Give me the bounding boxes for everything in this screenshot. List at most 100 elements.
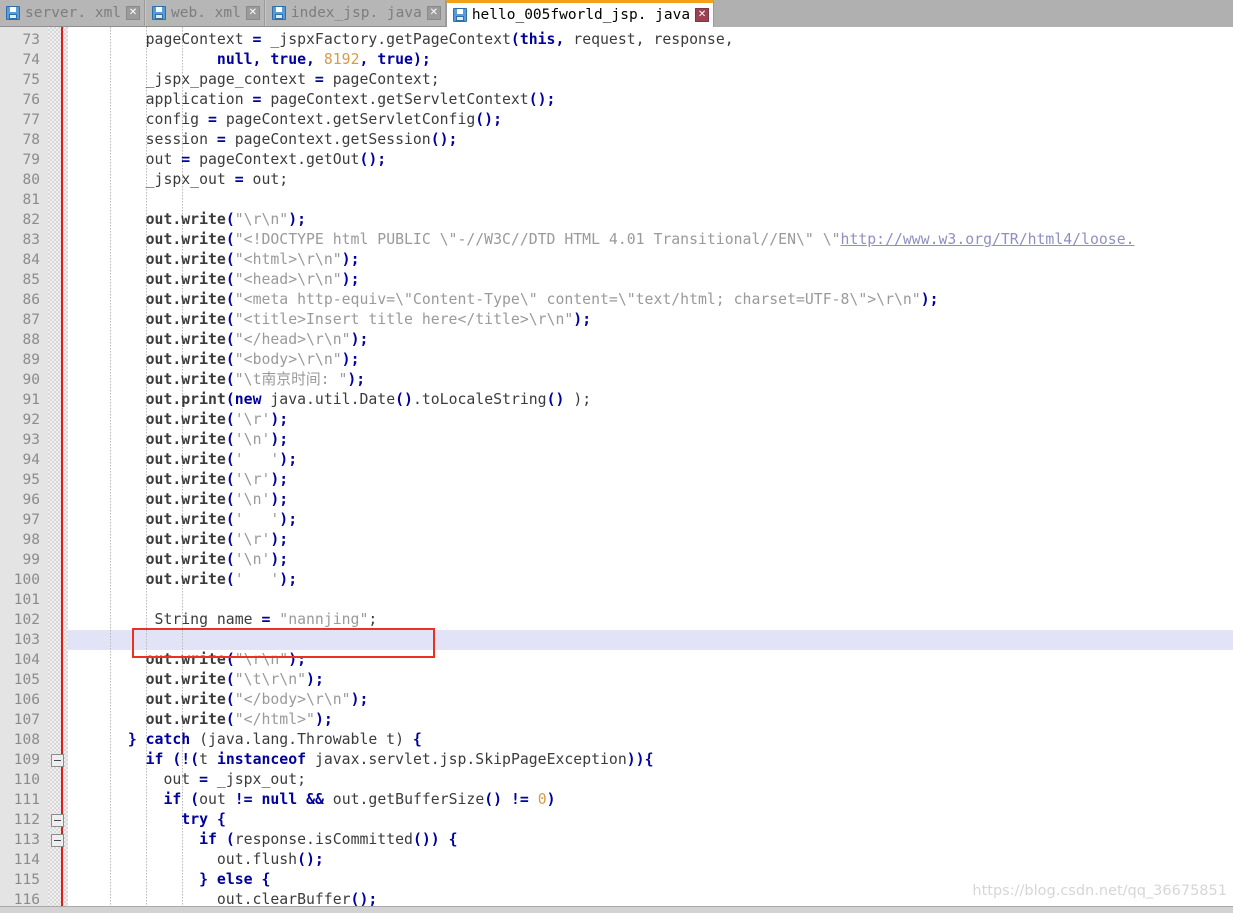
code-token-op: ( [225, 651, 235, 668]
code-token-op: ); [279, 511, 298, 528]
close-icon[interactable]: ✕ [695, 8, 710, 22]
code-line[interactable]: out.write("</body>\r\n"); [110, 690, 369, 710]
editor-tab-4[interactable]: hello_005fworld_jsp. java ✕ [445, 0, 715, 27]
code-token-op: = [252, 31, 271, 48]
code-line[interactable]: out.write("\r\n"); [110, 650, 306, 670]
code-line[interactable]: pageContext = _jspxFactory.getPageContex… [110, 30, 734, 50]
editor-tab-3[interactable]: index_jsp. java ✕ [264, 0, 446, 26]
line-number: 105 [13, 672, 40, 688]
code-line[interactable]: out.write("<meta http-equiv=\"Content-Ty… [110, 290, 939, 310]
line-number: 84 [22, 252, 40, 268]
code-token-plain: .toLocaleString [412, 391, 547, 408]
code-line[interactable]: out.write('\n'); [110, 490, 289, 510]
code-line[interactable]: out.write("<body>\r\n"); [110, 350, 360, 370]
code-line[interactable]: out.write('\r'); [110, 530, 289, 550]
close-icon[interactable]: ✕ [126, 6, 141, 20]
code-line[interactable]: out.write("<!DOCTYPE html PUBLIC \"-//W3… [110, 230, 1135, 250]
code-line[interactable]: out = pageContext.getOut(); [110, 150, 387, 170]
close-icon[interactable]: ✕ [245, 6, 260, 20]
code-token-op: ( [225, 331, 235, 348]
code-line[interactable]: out.write("\t南京时间: "); [110, 370, 366, 390]
code-token-plain: javax.servlet.jsp.SkipPageException [306, 751, 627, 768]
editor-tab-1[interactable]: server. xml ✕ [0, 0, 146, 26]
code-line[interactable]: out.write('\n'); [110, 430, 289, 450]
line-number: 75 [22, 72, 40, 88]
code-token-op: ); [270, 491, 289, 508]
code-token-op: ); [288, 651, 307, 668]
fold-collapse-icon[interactable] [51, 754, 64, 767]
code-token-id: out.write [145, 711, 226, 728]
code-token-str: "<body>\r\n" [234, 351, 342, 368]
code-line[interactable]: out = _jspx_out; [110, 770, 306, 790]
code-token-plain: config [110, 111, 208, 128]
fold-collapse-icon[interactable] [51, 814, 64, 827]
code-line[interactable]: out.write('\r'); [110, 410, 289, 430]
editor-tab-2[interactable]: web. xml ✕ [145, 0, 265, 26]
code-line[interactable]: out.write("</html>"); [110, 710, 333, 730]
code-line[interactable]: try { [110, 810, 226, 830]
code-line[interactable]: config = pageContext.getServletConfig(); [110, 110, 502, 130]
code-line[interactable]: out.write(' '); [110, 570, 297, 590]
fold-collapse-icon[interactable] [51, 834, 64, 847]
code-token-kw: instanceof [216, 751, 307, 768]
code-line[interactable]: out.write("<head>\r\n"); [110, 270, 360, 290]
code-line[interactable]: out.write(' '); [110, 510, 297, 530]
code-token-plain: out [110, 771, 200, 788]
line-number: 112 [13, 812, 40, 828]
code-line[interactable]: if (out != null && out.getBufferSize() !… [110, 790, 555, 810]
editor-tab-label: server. xml [25, 5, 122, 21]
code-editor[interactable]: 73 pageContext = _jspxFactory.getPageCon… [0, 27, 1233, 913]
line-number: 91 [22, 392, 40, 408]
code-line[interactable]: out.write('\n'); [110, 550, 289, 570]
line-number: 85 [22, 272, 40, 288]
code-line[interactable]: _jspx_page_context = pageContext; [110, 70, 440, 90]
code-line[interactable]: session = pageContext.getSession(); [110, 130, 458, 150]
code-token-kw: if [199, 831, 217, 848]
code-line[interactable]: out.write('\r'); [110, 470, 289, 490]
code-token-op: } [110, 871, 217, 888]
watermark-text: https://blog.csdn.net/qq_36675851 [972, 883, 1227, 899]
code-token-op: , [306, 51, 324, 68]
code-line[interactable]: out.write("\r\n"); [110, 210, 306, 230]
code-line[interactable]: String name = "nannjing"; [110, 610, 378, 630]
editor-tab-label: hello_005fworld_jsp. java [471, 7, 691, 23]
code-line[interactable]: out.write("<title>Insert title here</tit… [110, 310, 591, 330]
code-token-op: ()) { [412, 831, 458, 848]
code-line[interactable]: out.print(new java.util.Date().toLocaleS… [110, 390, 592, 410]
close-icon[interactable]: ✕ [426, 6, 441, 20]
code-token-plain: java.util.Date [261, 391, 396, 408]
code-token-str: '\n' [234, 491, 271, 508]
folding-gutter[interactable] [48, 27, 68, 913]
code-line[interactable]: _jspx_out = out; [110, 170, 289, 190]
line-number: 79 [22, 152, 40, 168]
code-line[interactable]: out.write("</head>\r\n"); [110, 330, 369, 350]
gutter-red-separator [61, 27, 63, 913]
code-line[interactable]: if (!(t instanceof javax.servlet.jsp.Ski… [110, 750, 654, 770]
code-token-id: out.write [145, 311, 226, 328]
code-line[interactable]: } else { [110, 870, 270, 890]
code-token-id: out.write [145, 491, 226, 508]
code-line[interactable]: } catch (java.lang.Throwable t) { [110, 730, 422, 750]
line-number: 80 [22, 172, 40, 188]
code-token-plain: (java.lang.Throwable t) [190, 731, 413, 748]
horizontal-scrollbar[interactable] [0, 906, 1233, 913]
code-line[interactable]: out.write(' '); [110, 450, 297, 470]
code-token-op: != [234, 791, 262, 808]
code-line[interactable]: out.write("\t\r\n"); [110, 670, 324, 690]
code-line[interactable]: if (response.isCommitted()) { [110, 830, 457, 850]
code-line[interactable]: application = pageContext.getServletCont… [110, 90, 556, 110]
code-token-id: out.write [145, 251, 226, 268]
code-token-op: ( [225, 351, 235, 368]
code-line[interactable]: out.write("<html>\r\n"); [110, 250, 360, 270]
code-line[interactable]: out.flush(); [110, 850, 324, 870]
code-line[interactable]: null, true, 8192, true); [110, 50, 431, 70]
